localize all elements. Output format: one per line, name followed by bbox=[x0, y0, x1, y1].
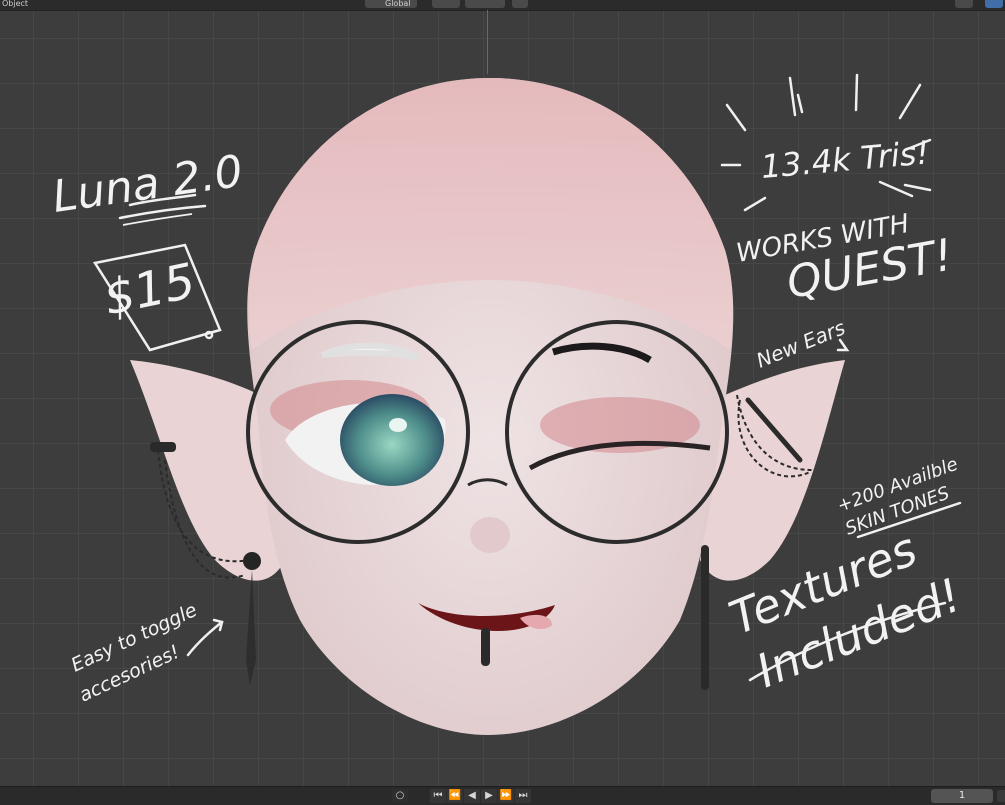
price-text: $15 bbox=[99, 253, 200, 327]
play-reverse-button[interactable]: ◀ bbox=[464, 789, 480, 803]
jump-prev-keyframe-button[interactable]: ⏪ bbox=[447, 789, 463, 803]
left-ear-stud bbox=[150, 442, 176, 452]
play-button[interactable]: ▶ bbox=[481, 789, 497, 803]
right-earring-drop bbox=[701, 545, 709, 690]
lip-piercing bbox=[481, 628, 490, 666]
jump-start-button[interactable]: ⏮ bbox=[430, 789, 446, 803]
auto-keying-button[interactable] bbox=[997, 790, 1005, 802]
left-earring-gem bbox=[243, 552, 261, 570]
jump-end-button[interactable]: ⏭ bbox=[515, 789, 531, 803]
keyframe-type-dropdown[interactable]: ○ bbox=[392, 789, 408, 803]
tris-text: 13.4k Tris! bbox=[759, 133, 930, 186]
model-scene: Luna 2.0 $15 13.4k Tris! WORKS WITH QUES… bbox=[49, 73, 969, 735]
left-eye-highlight bbox=[389, 418, 407, 432]
left-iris bbox=[340, 394, 444, 486]
jump-next-keyframe-button[interactable]: ⏩ bbox=[498, 789, 514, 803]
left-earring-drop bbox=[246, 570, 256, 685]
title-text: Luna 2.0 bbox=[49, 146, 245, 223]
current-frame-field[interactable]: 1 bbox=[931, 789, 993, 803]
timeline-bar: ○ ⏮ ⏪ ◀ ▶ ⏩ ⏭ 1 bbox=[0, 786, 1005, 805]
nose bbox=[470, 517, 510, 553]
